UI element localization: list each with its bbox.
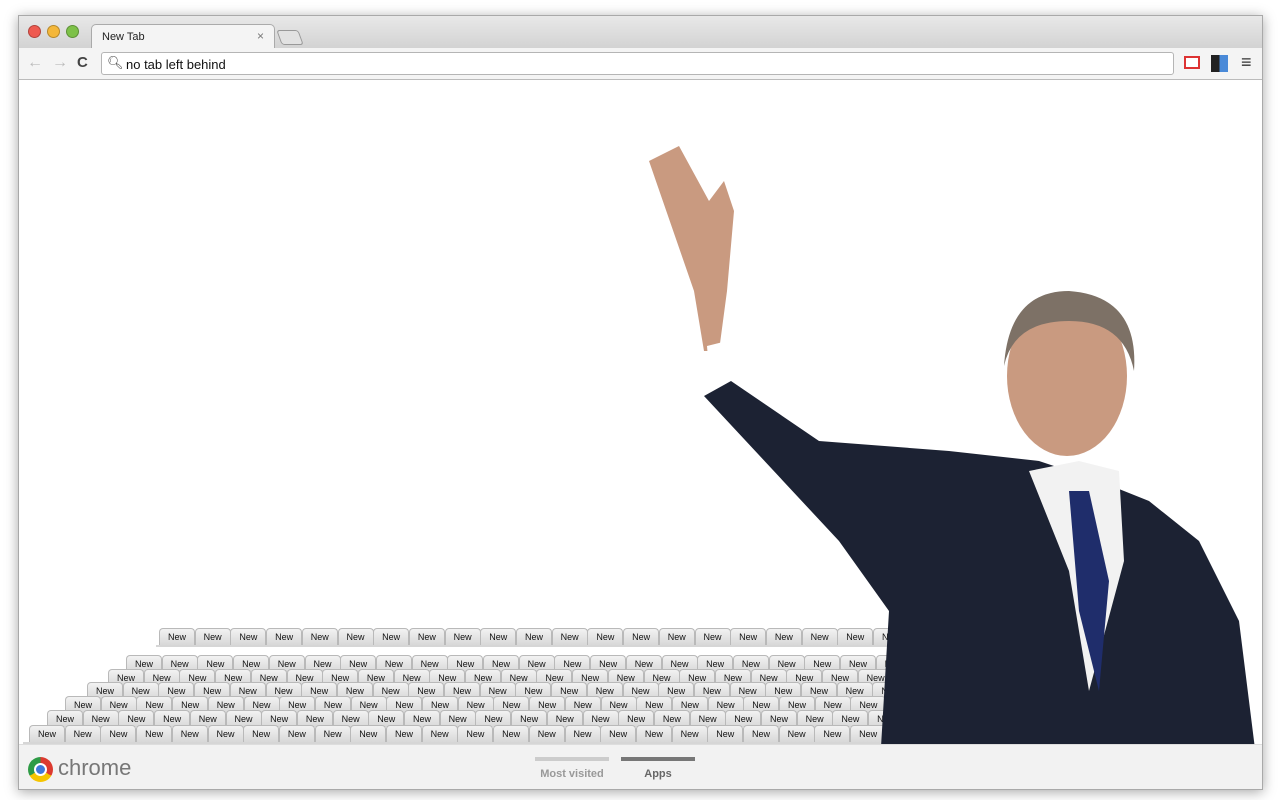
chrome-logo-icon xyxy=(28,757,53,782)
stacked-tab[interactable]: New xyxy=(230,628,267,645)
stacked-tab[interactable]: New xyxy=(386,725,422,742)
minimize-window-button[interactable] xyxy=(47,25,60,38)
footer: chrome Most visited Apps xyxy=(19,744,1262,789)
stacked-tab[interactable]: New xyxy=(243,725,280,742)
browser-window: New Tab × ← → C 🔍︎ no tab left behind ≡ … xyxy=(18,15,1263,790)
stacked-tab[interactable]: New xyxy=(194,628,231,645)
stacked-tab[interactable]: New xyxy=(207,725,244,742)
stacked-tab[interactable]: New xyxy=(136,725,173,742)
stacked-tab[interactable]: New xyxy=(528,725,565,742)
tab-close-icon[interactable]: × xyxy=(257,29,264,43)
stacked-tab[interactable]: New xyxy=(564,725,601,742)
footer-tab-apps[interactable]: Apps xyxy=(621,757,695,787)
tab-title: New Tab xyxy=(102,31,145,43)
stacked-tab[interactable]: New xyxy=(301,628,338,645)
stacked-tab[interactable]: New xyxy=(171,725,208,742)
footer-tab-label: Most visited xyxy=(540,768,604,780)
stacked-tab[interactable]: New xyxy=(314,725,351,742)
footer-tab-most-visited[interactable]: Most visited xyxy=(535,757,609,787)
stacked-tab[interactable]: New xyxy=(516,628,552,645)
stacked-tab[interactable]: New xyxy=(444,628,481,645)
stacked-tab[interactable]: New xyxy=(373,628,410,645)
chrome-brand: chrome xyxy=(58,755,132,780)
close-window-button[interactable] xyxy=(28,25,41,38)
menu-icon[interactable]: ≡ xyxy=(1241,52,1252,73)
reload-button[interactable]: C xyxy=(77,54,88,71)
extension-icon[interactable] xyxy=(1211,55,1228,72)
stacked-tab[interactable]: New xyxy=(587,628,624,645)
search-icon: 🔍︎ xyxy=(107,55,124,70)
forward-button[interactable]: → xyxy=(52,54,68,72)
stacked-tab[interactable]: New xyxy=(29,725,65,742)
stacked-tab[interactable]: New xyxy=(408,628,445,645)
zoom-window-button[interactable] xyxy=(66,25,79,38)
stacked-tab[interactable]: New xyxy=(350,725,387,742)
stacked-tab[interactable]: New xyxy=(337,628,374,645)
stacked-tab[interactable]: New xyxy=(64,725,101,742)
title-bar: New Tab × xyxy=(19,16,1262,49)
tab-new-tab[interactable]: New Tab × xyxy=(91,24,275,49)
stacked-tab[interactable]: New xyxy=(266,628,303,645)
stacked-tab[interactable]: New xyxy=(480,628,517,645)
waving-person-image xyxy=(649,146,1255,744)
stacked-tab[interactable]: New xyxy=(159,628,195,645)
stacked-tab[interactable]: New xyxy=(551,628,588,645)
stacked-tab[interactable]: New xyxy=(493,725,530,742)
stacked-tab[interactable]: New xyxy=(421,725,458,742)
gmail-extension-icon[interactable] xyxy=(1184,56,1200,69)
stacked-tab[interactable]: New xyxy=(457,725,494,742)
footer-tab-label: Apps xyxy=(644,768,672,780)
omnibox[interactable]: 🔍︎ no tab left behind xyxy=(101,52,1174,75)
toolbar: ← → C 🔍︎ no tab left behind ≡ xyxy=(19,48,1262,80)
back-button[interactable]: ← xyxy=(27,54,43,72)
stacked-tab[interactable]: New xyxy=(278,725,315,742)
stacked-tab[interactable]: New xyxy=(100,725,137,742)
new-tab-button[interactable] xyxy=(276,30,304,45)
omnibox-input[interactable]: no tab left behind xyxy=(126,57,226,72)
new-tab-page: New New New New New New New New New New New New New N… xyxy=(19,81,1262,744)
